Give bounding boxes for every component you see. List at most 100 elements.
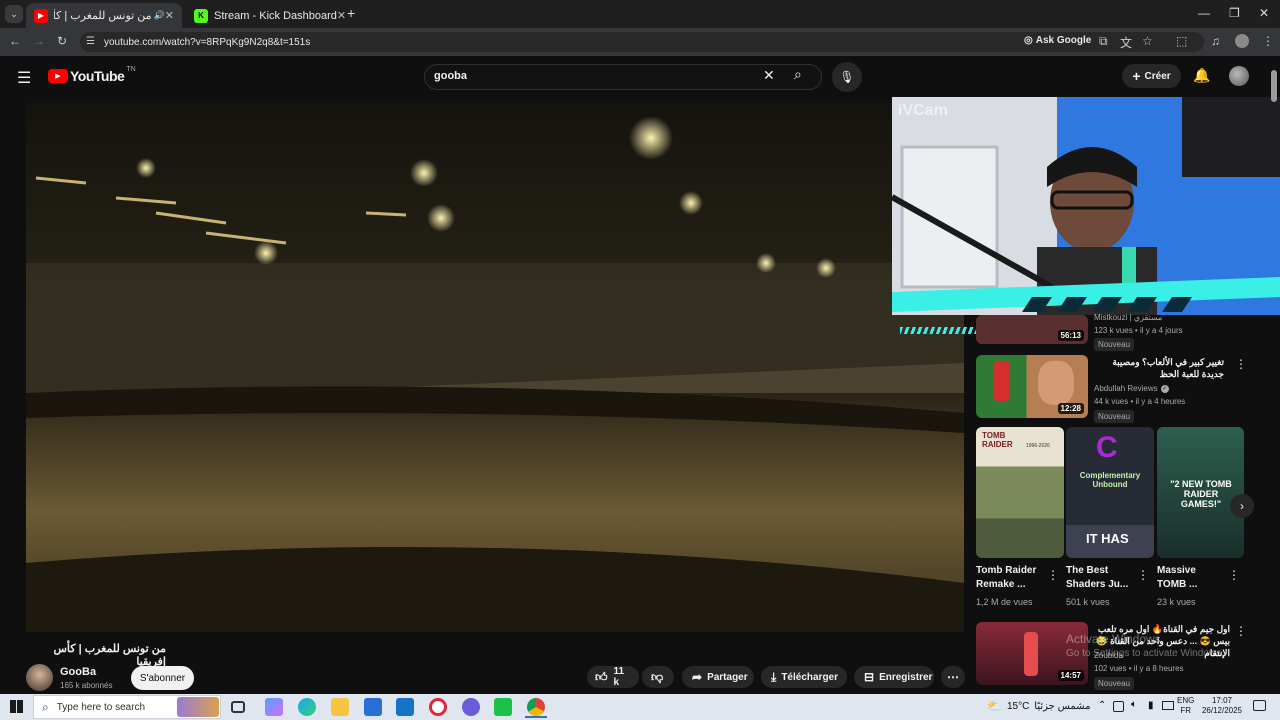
show-hidden-icons-chevron-icon[interactable]: ⌃ — [1098, 700, 1106, 711]
shelf-next-button[interactable]: › — [1230, 494, 1254, 518]
browser-tab-youtube[interactable]: ▶ من تونس للمغرب | كأس إفريقي 🔊 ✕ — [26, 3, 182, 28]
chrome-icon[interactable] — [527, 698, 545, 716]
profile-avatar[interactable] — [1235, 34, 1249, 48]
like-button[interactable]: 👍︎ 11 k — [587, 666, 639, 688]
clock[interactable]: 17:07 26/12/2025 — [1200, 696, 1244, 716]
download-icon: ⤓ — [771, 669, 777, 684]
volume-icon[interactable]: 🔈︎ — [1131, 699, 1137, 710]
search-icon[interactable]: ⌕ — [794, 66, 802, 83]
notification-center-icon[interactable] — [1253, 700, 1266, 711]
kick-app-icon[interactable] — [494, 698, 512, 716]
shelf-thumbnail[interactable]: C Complementary Unbound IT HAS — [1066, 427, 1154, 558]
site-info-icon[interactable]: ☰ — [86, 36, 95, 47]
browser-tab-kick[interactable]: K Stream - Kick Dashboard ✕ — [186, 3, 346, 28]
network-icon[interactable]: ▮ — [1148, 700, 1154, 711]
channel-name[interactable]: Mistkouzi | مستقزي — [1094, 313, 1162, 322]
create-button[interactable]: + Créer — [1122, 64, 1181, 88]
tab-list-button[interactable]: ⌄ — [5, 5, 23, 23]
google-lens-icon: ◎ — [1024, 35, 1033, 46]
tab-title: من تونس للمغرب | كأس إفريقي — [54, 10, 152, 22]
account-avatar[interactable] — [1229, 66, 1249, 86]
verified-check-icon: ✓ — [1160, 384, 1169, 393]
discord-icon[interactable] — [462, 698, 480, 716]
reload-icon[interactable]: ↻ — [57, 34, 67, 48]
back-arrow-icon[interactable]: ← — [9, 34, 21, 48]
download-button[interactable]: ⤓ Télécharger — [761, 666, 847, 688]
scrollbar-thumb[interactable] — [1271, 70, 1277, 102]
page-scrollbar[interactable] — [1271, 64, 1277, 694]
url-text[interactable]: youtube.com/watch?v=8RPqKg9N2q8&t=151s — [104, 37, 310, 48]
channel-name-text: Abdullah Reviews — [1094, 384, 1158, 393]
chrome-menu-icon[interactable]: ⋮ — [1262, 34, 1274, 48]
shelf-title[interactable]: Massive TOMB ... — [1157, 564, 1223, 592]
ask-google-label: Ask Google — [1035, 35, 1092, 46]
edge-icon[interactable] — [298, 698, 316, 716]
start-windows-icon[interactable] — [10, 700, 23, 713]
weather-widget[interactable]: ⛅ 15°C مشمس جزئيًا — [987, 699, 1090, 713]
clear-search-icon[interactable]: ✕ — [763, 67, 775, 84]
extensions-icon[interactable]: ⬚ — [1176, 34, 1187, 48]
channel-name[interactable]: Abdullah Reviews ✓ — [1094, 384, 1169, 393]
voice-search-button[interactable]: 🎙 — [832, 62, 862, 92]
subscribe-button[interactable]: S'abonner — [131, 666, 194, 690]
copilot-icon[interactable] — [265, 698, 283, 716]
channel-avatar[interactable] — [26, 664, 53, 691]
file-explorer-icon[interactable] — [331, 698, 349, 716]
thumbnail-sublabel: 1996-2026 — [1026, 443, 1050, 449]
like-count: 11 k — [613, 666, 625, 688]
close-tab-icon[interactable]: ✕ — [165, 9, 174, 22]
shelf-thumbnail[interactable]: TOMB RAIDER 1996-2026 — [976, 427, 1064, 558]
dislike-button[interactable]: 👎︎ — [642, 666, 674, 688]
more-actions-button[interactable]: ⋯ — [941, 666, 965, 688]
chevron-down-icon: ⌄ — [10, 8, 18, 19]
microsoft-store-icon[interactable] — [364, 698, 382, 716]
cam-watermark: iVCam — [898, 102, 948, 119]
tray-icon[interactable] — [1113, 701, 1124, 712]
close-tab-icon[interactable]: ✕ — [337, 9, 346, 22]
speaker-icon: 🔊 — [153, 10, 165, 20]
share-button[interactable]: ➦ Partager — [682, 666, 754, 688]
shelf-thumbnail[interactable]: "2 NEW TOMB RAIDER GAMES!" — [1157, 427, 1244, 558]
close-window-icon[interactable]: ✕ — [1259, 6, 1269, 20]
shelf-options-icon[interactable]: ⋮ — [1047, 568, 1059, 582]
channel-name[interactable]: GooBa — [60, 666, 96, 678]
restore-window-icon[interactable]: ❐ — [1229, 6, 1240, 20]
youtube-logo[interactable]: ▶ YouTube TN — [48, 66, 136, 84]
video-title[interactable]: تغيير كبير في الألعاب؟ ومصيبة جديدة للعب… — [1094, 356, 1224, 380]
shelf-title[interactable]: The Best Shaders Ju... — [1066, 564, 1134, 592]
ask-google-button[interactable]: ◎ Ask Google — [1024, 35, 1091, 46]
shelf-options-icon[interactable]: ⋮ — [1228, 568, 1240, 582]
save-button[interactable]: ⊟ Enregistrer — [854, 666, 934, 688]
video-options-icon[interactable]: ⋮ — [1235, 357, 1247, 371]
video-player[interactable] — [26, 103, 964, 632]
shelf-title[interactable]: Tomb Raider Remake ... — [976, 564, 1046, 592]
language-indicator[interactable]: ENG FR — [1177, 696, 1194, 716]
search-input[interactable]: gooba — [434, 70, 467, 82]
video-thumbnail[interactable]: 56:13 — [976, 315, 1088, 344]
clock-time: 17:07 — [1211, 696, 1233, 705]
forward-arrow-icon[interactable]: → — [33, 34, 45, 48]
search-icon: ⌕ — [42, 699, 49, 714]
video-meta: 102 vues • il y a 8 heures — [1094, 664, 1184, 673]
battery-icon[interactable] — [1162, 701, 1174, 710]
cast-icon[interactable]: ⧉ — [1099, 34, 1108, 49]
video-thumbnail[interactable]: 12:28 — [976, 355, 1088, 418]
guide-menu-icon[interactable]: ☰ — [17, 68, 31, 88]
outlook-icon[interactable] — [396, 698, 414, 716]
bookmark-star-icon[interactable]: ☆ — [1142, 34, 1153, 48]
taskbar-widget-icon[interactable] — [177, 697, 219, 717]
webcam-frame — [892, 97, 1280, 315]
translate-icon[interactable]: 文 — [1120, 34, 1132, 51]
more-horizontal-icon: ⋯ — [947, 670, 959, 684]
clock-date: 26/12/2025 — [1201, 706, 1243, 715]
task-view-icon[interactable] — [231, 701, 245, 713]
notifications-bell-icon[interactable]: 🔔 — [1193, 67, 1210, 84]
weather-temp: 15°C — [1006, 700, 1030, 712]
video-options-icon[interactable]: ⋮ — [1235, 624, 1247, 638]
media-control-icon[interactable]: ♫ — [1211, 34, 1220, 48]
language-bottom: FR — [1180, 706, 1191, 715]
opera-icon[interactable] — [429, 698, 447, 716]
minimize-window-icon[interactable]: — — [1198, 6, 1210, 20]
new-tab-button[interactable]: + — [347, 5, 355, 21]
shelf-options-icon[interactable]: ⋮ — [1137, 568, 1149, 582]
